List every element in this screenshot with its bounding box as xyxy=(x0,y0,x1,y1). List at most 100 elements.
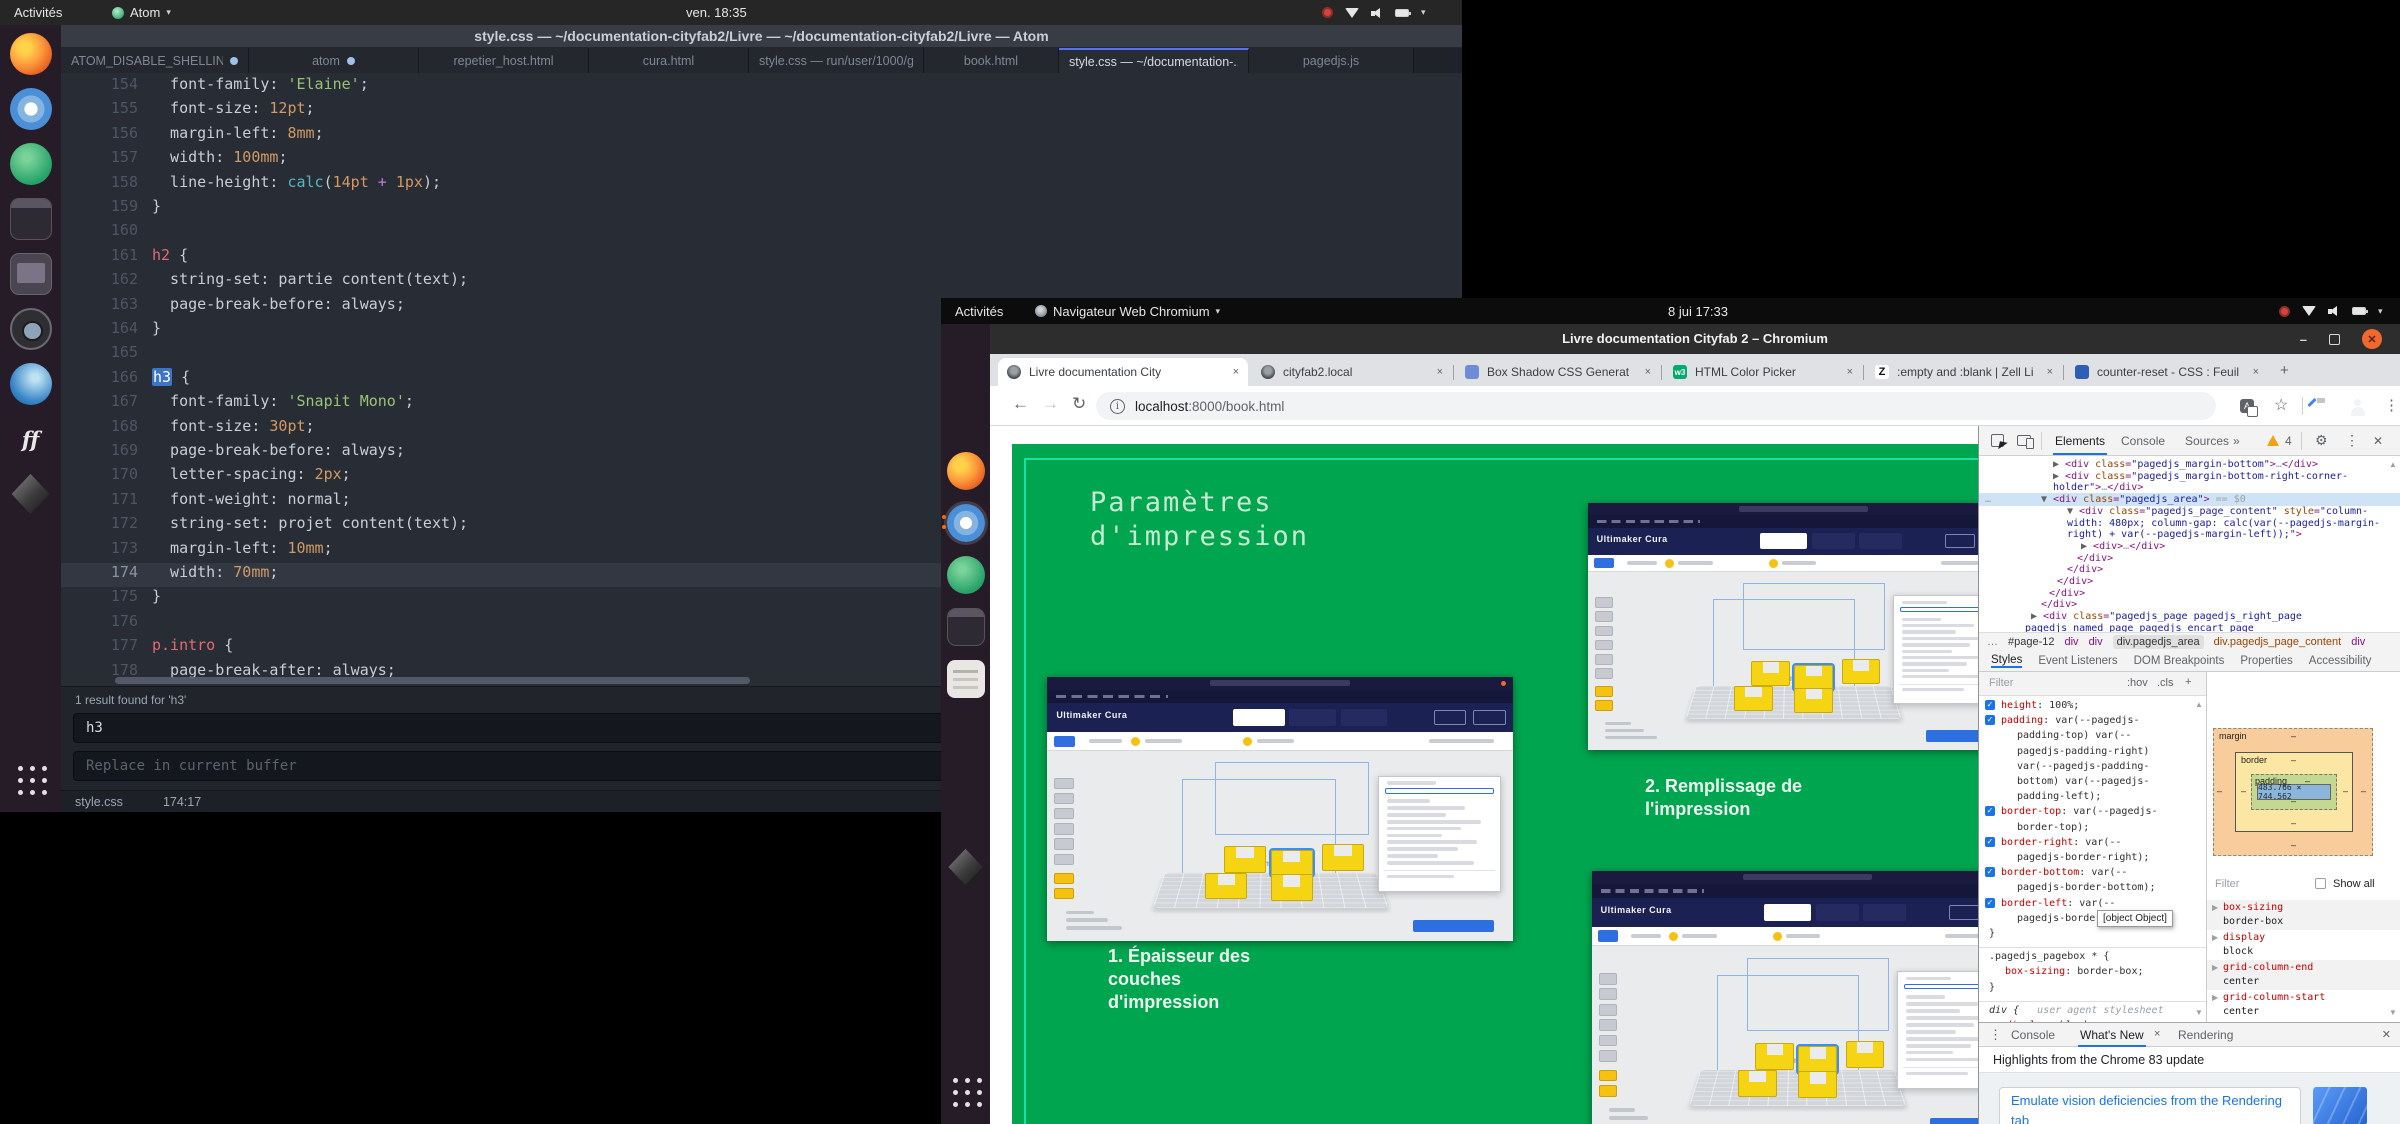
maximize-button[interactable] xyxy=(2329,334,2340,345)
atom-tab[interactable]: ATOM_DISABLE_SHELLING_C xyxy=(61,48,249,73)
breadcrumb-item[interactable]: div.pagedjs_area xyxy=(2113,635,2204,649)
boxmodel-value[interactable]: – xyxy=(2291,818,2296,828)
elements-breadcrumbs[interactable]: …#page-12divdivdiv.pagedjs_areadiv.paged… xyxy=(1979,632,2400,650)
app-grid-icon[interactable] xyxy=(947,1072,985,1110)
book-page-viewport[interactable]: Paramètres d'impression 1. Épaisseur des… xyxy=(990,426,1978,1124)
atom-tab[interactable]: style.css — run/user/1000/gvf... xyxy=(749,48,924,73)
files-icon[interactable] xyxy=(10,253,52,295)
devtools-tab-elements[interactable]: Elements xyxy=(2053,426,2107,455)
css-declaration-line[interactable]: bottom) var(--pagedjs- xyxy=(2017,776,2149,787)
css-declaration-line[interactable]: padding: var(--pagedjs- xyxy=(2001,715,2139,726)
property-checkbox[interactable]: ✓ xyxy=(1985,806,1995,816)
computed-property-row[interactable]: ▶box-sizingborder-box xyxy=(2207,900,2400,930)
scroll-down-icon[interactable]: ▼ xyxy=(2195,1008,2203,1017)
boxmodel-value[interactable]: – xyxy=(2343,786,2348,796)
horizontal-scrollbar[interactable] xyxy=(115,677,750,684)
warning-triangle-icon[interactable] xyxy=(2267,435,2279,446)
boxmodel-value[interactable]: – xyxy=(2241,786,2246,796)
scroll-up-icon[interactable]: ▲ xyxy=(2389,460,2397,469)
devtools-tab-sources[interactable]: Sources xyxy=(2183,426,2231,455)
css-declaration-line[interactable]: padding-left); xyxy=(2017,791,2101,802)
breadcrumb-item[interactable]: … xyxy=(1987,636,1998,648)
clock-right[interactable]: 8 jui 17:33 xyxy=(1668,298,1728,324)
elements-tree[interactable]: ▶ <div class="pagedjs_margin-bottom">…</… xyxy=(1979,456,2400,632)
css-declaration-line[interactable]: var(--pagedjs-padding- xyxy=(2017,761,2149,772)
freecad-icon[interactable] xyxy=(10,363,52,405)
show-all-checkbox[interactable] xyxy=(2315,878,2326,889)
property-checkbox[interactable]: ✓ xyxy=(1985,837,1995,847)
breadcrumb-item[interactable]: div xyxy=(2065,636,2079,648)
sidebar-tab-styles[interactable]: Styles xyxy=(1991,654,2022,668)
property-checkbox[interactable]: ✓ xyxy=(1985,867,1995,877)
breadcrumb-item[interactable]: div xyxy=(2089,636,2103,648)
drawer-close-icon[interactable]: ✕ xyxy=(2382,1028,2391,1041)
status-filename[interactable]: style.css xyxy=(75,795,123,809)
scroll-up-icon[interactable]: ▲ xyxy=(2195,700,2203,709)
warning-count[interactable]: 4 xyxy=(2283,426,2294,455)
atom-tab[interactable]: repetier_host.html xyxy=(419,48,589,73)
boxmodel-value[interactable]: – xyxy=(2291,796,2296,806)
devtools-tab-console[interactable]: Console xyxy=(2119,426,2167,455)
boxmodel-value[interactable]: – xyxy=(2217,786,2222,796)
boxmodel-value[interactable]: – xyxy=(2361,786,2366,796)
atom-tab[interactable]: cura.html xyxy=(589,48,749,73)
devtools-menu-icon[interactable]: ⋮ xyxy=(2343,426,2361,455)
minimize-button[interactable]: – xyxy=(2300,332,2307,347)
browser-tab[interactable]: cityfab2.local× xyxy=(1252,358,1452,386)
atom-titlebar[interactable]: style.css — ~/documentation-cityfab2/Liv… xyxy=(61,25,1462,48)
inkscape-icon[interactable] xyxy=(947,848,985,886)
property-checkbox[interactable]: ✓ xyxy=(1985,898,1995,908)
css-declaration-line[interactable]: height: 100%; xyxy=(2001,700,2079,711)
terminal-icon[interactable] xyxy=(10,198,52,240)
drawer-tab-console[interactable]: Console xyxy=(2009,1023,2057,1047)
browser-tab[interactable]: counter-reset - CSS : Feuil× xyxy=(2066,358,2268,386)
drawer-tab-close-icon[interactable]: × xyxy=(2154,1028,2160,1040)
code-line[interactable]: 162 string-set: partie content(text); xyxy=(61,270,1462,294)
css-declaration-line[interactable]: .pagedjs_pagebox * { xyxy=(1989,951,2109,962)
css-declaration-line[interactable]: div { user agent stylesheet xyxy=(1989,1005,2164,1016)
inkscape-icon[interactable] xyxy=(10,473,52,515)
styles-pane[interactable]: Filter :hov .cls + ▲ ▼ ✓height: 100%;✓pa… xyxy=(1979,672,2207,1022)
boxmodel-value[interactable]: – xyxy=(2305,776,2310,786)
sidebar-tab-accessibility[interactable]: Accessibility xyxy=(2309,655,2372,667)
new-style-rule-button[interactable]: + xyxy=(2185,676,2191,688)
sidebar-tab-properties[interactable]: Properties xyxy=(2240,655,2292,667)
code-line[interactable]: 159} xyxy=(61,197,1462,221)
drawer-tab-what's-new[interactable]: What's New xyxy=(2078,1023,2146,1047)
status-cursor-position[interactable]: 174:17 xyxy=(163,795,201,809)
computed-pane[interactable]: 483.766 × 744.562marginborderpadding––––… xyxy=(2207,672,2400,1022)
chromium-titlebar[interactable]: Livre documentation Cityfab 2 – Chromium… xyxy=(990,324,2400,354)
browser-tab[interactable]: Livre documentation City× xyxy=(998,358,1248,386)
chromium-app-menu[interactable]: Navigateur Web Chromium▾ xyxy=(1035,298,1220,324)
atom-tab[interactable]: pagedjs.js xyxy=(1249,48,1414,73)
cls-toggle[interactable]: .cls xyxy=(2157,677,2174,689)
chromium-icon[interactable] xyxy=(947,504,985,542)
translate-icon[interactable]: A xyxy=(2240,399,2254,413)
browser-tab[interactable]: Z:empty and :blank | Zell Li× xyxy=(1866,358,2062,386)
breadcrumb-item[interactable]: #page-12 xyxy=(2008,636,2055,648)
activities-button-left[interactable]: Activités xyxy=(14,0,62,25)
code-line[interactable]: 157 width: 100mm; xyxy=(61,148,1462,172)
code-line[interactable]: 155 font-size: 12pt; xyxy=(61,99,1462,123)
browser-menu-icon[interactable]: ⋮ xyxy=(2384,396,2399,414)
bookmark-star-icon[interactable]: ☆ xyxy=(2274,395,2288,415)
css-declaration-line[interactable]: border-right: var(-- xyxy=(2001,837,2121,848)
code-line[interactable]: 161h2 { xyxy=(61,246,1462,270)
code-line[interactable]: 154 font-family: 'Elaine'; xyxy=(61,75,1462,99)
reload-button[interactable]: ↻ xyxy=(1072,394,1086,414)
computed-property-row[interactable]: ▶displayblock xyxy=(2207,930,2400,960)
inspect-element-icon[interactable] xyxy=(1991,434,2004,447)
activities-button-right[interactable]: Activités xyxy=(955,298,1003,324)
tab-close-icon[interactable]: × xyxy=(1233,366,1239,378)
drawer-tab-rendering[interactable]: Rendering xyxy=(2176,1023,2235,1047)
css-declaration-line[interactable]: border-top: var(--pagedjs- xyxy=(2001,806,2158,817)
boxmodel-value[interactable]: – xyxy=(2291,731,2296,741)
computed-property-row[interactable]: ▶grid-column-endcenter xyxy=(2207,960,2400,990)
atom-app-menu[interactable]: Atom▾ xyxy=(112,0,171,25)
fontforge-icon[interactable]: ff xyxy=(10,418,52,460)
system-tray-left[interactable]: ▾ xyxy=(1322,0,1426,25)
computed-property-row[interactable]: ▶grid-column-startcenter xyxy=(2207,990,2400,1020)
app-grid-icon[interactable] xyxy=(12,760,50,798)
hov-toggle[interactable]: :hov xyxy=(2127,677,2148,689)
close-button[interactable]: ✕ xyxy=(2362,329,2382,349)
